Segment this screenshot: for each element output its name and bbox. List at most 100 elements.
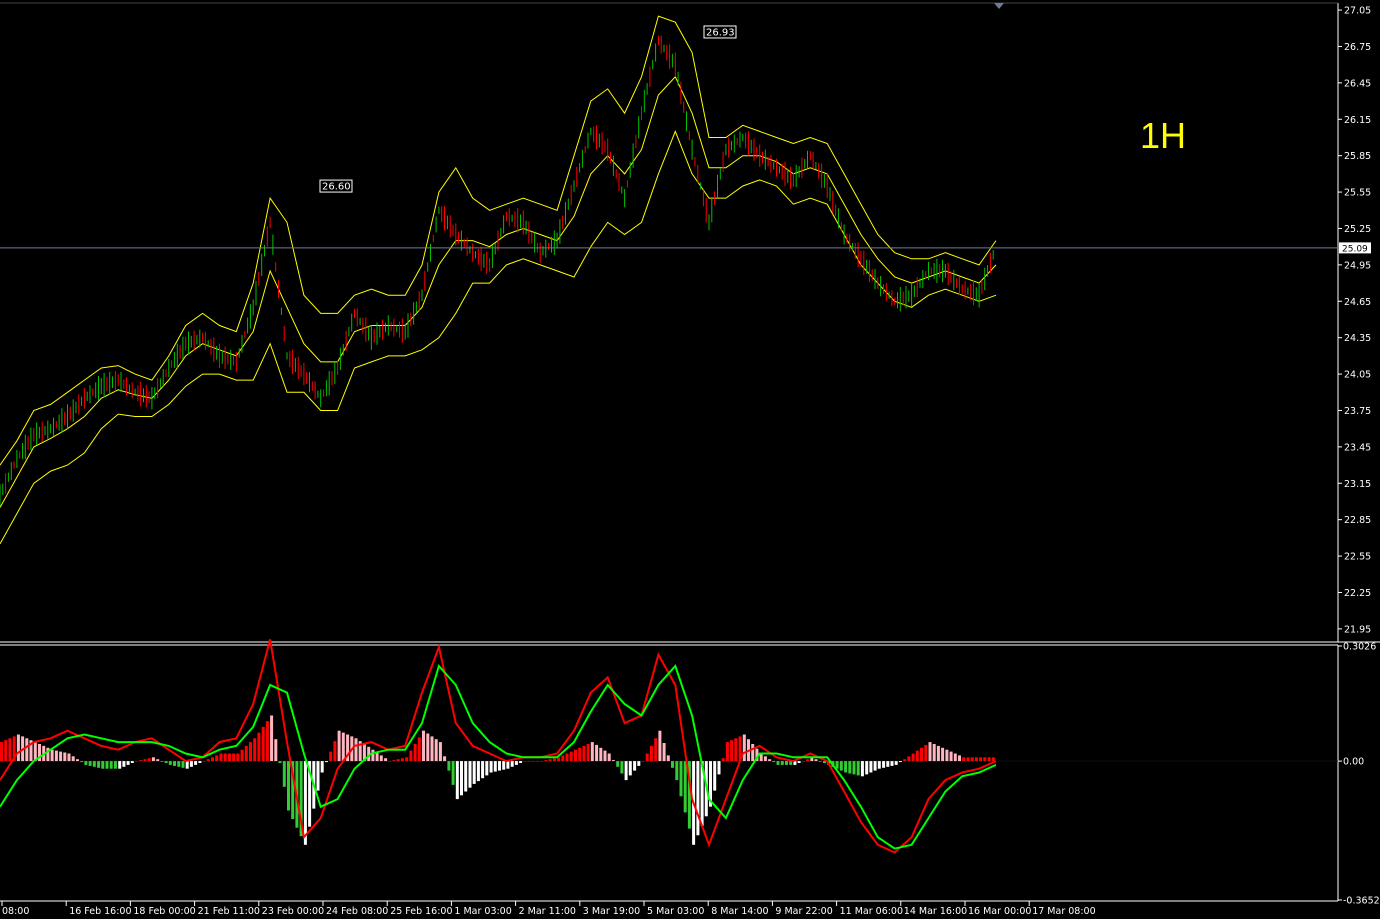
histogram-bar <box>160 761 164 762</box>
histogram-bar <box>603 750 607 762</box>
time-tick-label: 18 Feb 00:00 <box>133 906 195 917</box>
histogram-bar <box>898 761 902 763</box>
histogram-bar <box>173 761 176 766</box>
price-tick-label: 25.85 <box>1344 151 1371 162</box>
histogram-bar <box>177 761 181 767</box>
histogram-bar <box>151 757 155 762</box>
histogram-bar <box>143 759 147 762</box>
time-tick-label: 21 Feb 11:00 <box>198 906 260 917</box>
histogram-bar <box>607 753 611 762</box>
price-tick-label: 24.05 <box>1344 370 1371 381</box>
histogram-bar <box>189 761 193 767</box>
histogram-bar <box>979 757 983 762</box>
histogram-bar <box>936 745 940 762</box>
price-tick-label: 23.45 <box>1344 442 1371 453</box>
histogram-bar <box>519 761 523 763</box>
time-tick-label: 08:00 <box>2 906 29 917</box>
histogram-bar <box>97 761 101 768</box>
histogram-bar <box>510 761 514 767</box>
histogram-bar <box>426 733 430 762</box>
histogram-bar <box>130 761 134 763</box>
histogram-bar <box>953 753 957 762</box>
histogram-bar <box>772 761 776 763</box>
indicator-tick-label: 0.00 <box>1343 757 1364 768</box>
histogram-bar <box>616 761 620 767</box>
histogram-bar <box>80 761 84 763</box>
histogram-bar <box>215 755 219 762</box>
histogram-bar <box>886 761 890 767</box>
histogram-bar <box>257 732 261 762</box>
histogram-bar <box>400 758 404 762</box>
histogram-bar <box>974 757 978 762</box>
histogram-bar <box>983 757 987 762</box>
histogram-bar <box>388 761 392 762</box>
histogram-bar <box>915 750 919 762</box>
trading-chart[interactable]: 25.09 27.05 26.75 26.45 26.15 25.85 25.55 25.2… <box>0 0 1380 919</box>
histogram-bar <box>679 761 683 797</box>
histogram-bar <box>392 760 396 762</box>
histogram-bar <box>671 761 674 768</box>
histogram-bar <box>911 753 915 762</box>
histogram-bar <box>502 761 506 770</box>
histogram-bar <box>941 747 945 762</box>
price-tick-label: 27.05 <box>1344 6 1371 17</box>
histogram-bar <box>920 747 923 762</box>
indicator-tick-label: -0.3652 <box>1343 896 1380 907</box>
current-price-tag: 25.09 <box>1339 242 1371 254</box>
histogram-bar <box>721 758 725 762</box>
histogram-bar <box>742 734 746 762</box>
histogram-bar <box>907 756 911 762</box>
histogram-bar <box>236 753 240 762</box>
histogram-bar <box>25 738 29 762</box>
histogram-bar <box>413 744 417 762</box>
histogram-bar <box>476 761 480 782</box>
histogram-bar <box>438 742 442 762</box>
histogram-bar <box>464 761 468 792</box>
histogram-bar <box>434 739 438 762</box>
histogram-bar <box>763 756 767 762</box>
histogram-bar <box>71 756 75 762</box>
histogram-bar <box>856 761 860 776</box>
histogram-bar <box>59 751 63 762</box>
histogram-bar <box>641 761 645 762</box>
histogram-bar <box>531 761 535 762</box>
histogram-bar <box>991 757 995 762</box>
histogram-bar <box>329 751 333 762</box>
histogram-bar <box>76 759 79 762</box>
histogram-bar <box>852 761 856 775</box>
histogram-bar <box>527 761 531 762</box>
time-tick-label: 23 Feb 00:00 <box>262 906 324 917</box>
histogram-bar <box>844 761 848 773</box>
histogram-bar <box>894 761 898 765</box>
price-tick-label: 25.55 <box>1344 188 1371 199</box>
histogram-bar <box>219 753 223 762</box>
time-tick-label: 16 Feb 16:00 <box>69 906 131 917</box>
histogram-bar <box>54 750 58 762</box>
histogram-bar <box>865 761 869 775</box>
histogram-bar <box>696 761 700 836</box>
histogram-bar <box>109 761 113 769</box>
histogram-bar <box>958 755 961 762</box>
time-tick-label: 8 Mar 14:00 <box>711 906 768 917</box>
price-tick-label: 26.75 <box>1344 42 1371 53</box>
histogram-bar <box>181 761 185 768</box>
histogram-bar <box>523 761 527 762</box>
price-tick-label: 23.75 <box>1344 406 1371 417</box>
annotation-label: 26.93 <box>706 27 735 38</box>
histogram-bar <box>274 739 278 762</box>
time-tick-label: 3 Mar 19:00 <box>583 906 640 917</box>
histogram-bar <box>569 751 573 762</box>
histogram-bar <box>552 758 556 762</box>
histogram-bar <box>84 761 88 765</box>
histogram-bar <box>316 761 320 791</box>
histogram-bar <box>536 761 539 762</box>
histogram-bar <box>730 740 734 762</box>
histogram-bar <box>882 761 886 768</box>
time-tick-label: 1 Mar 03:00 <box>454 906 511 917</box>
histogram-bar <box>379 755 383 762</box>
annotation-label: 26.60 <box>322 182 351 193</box>
time-tick-label: 16 Mar 00:00 <box>968 906 1031 917</box>
time-tick-label: 5 Mar 03:00 <box>647 906 704 917</box>
time-tick-label: 24 Feb 08:00 <box>326 906 388 917</box>
histogram-bar <box>303 761 307 845</box>
